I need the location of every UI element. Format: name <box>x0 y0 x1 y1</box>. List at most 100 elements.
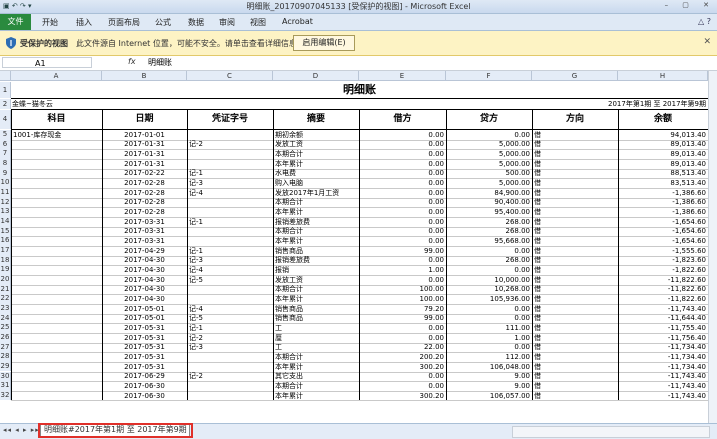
row-header[interactable]: 1 <box>0 82 11 98</box>
row-header[interactable]: 4 <box>0 110 11 129</box>
cell-voucher <box>189 227 271 235</box>
row-header[interactable]: 27 <box>0 342 11 353</box>
row-header[interactable]: 23 <box>0 303 11 314</box>
cell-balance: -11,755.40 <box>667 323 706 332</box>
cell-subject <box>13 276 100 284</box>
row-header[interactable]: 10 <box>0 178 11 188</box>
cell-voucher <box>189 363 271 371</box>
cell-balance: -11,644.40 <box>667 314 706 323</box>
row-header[interactable]: 24 <box>0 313 11 324</box>
cell-date: 2017-06-30 <box>124 391 165 400</box>
column-header-f[interactable]: F <box>446 71 532 81</box>
tab-view[interactable]: 视图 <box>250 17 266 28</box>
row-header[interactable]: 31 <box>0 381 11 391</box>
cell-debit: 1.00 <box>428 265 444 274</box>
column-header-h[interactable]: H <box>618 71 708 81</box>
cell-voucher <box>189 150 271 158</box>
row-header[interactable]: 7 <box>0 149 11 159</box>
row-header[interactable]: 17 <box>0 245 11 256</box>
cell-direction: 借 <box>534 159 541 168</box>
cell-subject <box>13 140 100 148</box>
cell-summary: 购入电脑 <box>275 179 303 187</box>
window-title: 明细账_20170907045133 [受保护的视图] - Microsoft … <box>246 2 471 11</box>
cell-credit: 112.00 <box>505 352 531 361</box>
row-header[interactable]: 2 <box>0 99 11 109</box>
row-header[interactable]: 20 <box>0 274 11 285</box>
tab-data[interactable]: 数据 <box>188 17 204 28</box>
help-icon[interactable]: △ ? <box>698 17 711 26</box>
row-header[interactable]: 32 <box>0 390 11 401</box>
cell-date: 2017-01-31 <box>124 159 165 168</box>
row-header[interactable]: 12 <box>0 197 11 208</box>
row-header[interactable]: 25 <box>0 323 11 333</box>
column-border <box>187 109 188 401</box>
column-header-e[interactable]: E <box>359 71 446 81</box>
row-header[interactable]: 30 <box>0 371 11 382</box>
cell-credit: 5,000.00 <box>498 150 530 159</box>
column-border <box>532 109 533 401</box>
row-header[interactable]: 8 <box>0 158 11 169</box>
sheet-title: 明细账 <box>343 83 376 96</box>
row-header[interactable]: 28 <box>0 352 11 362</box>
row-header[interactable]: 9 <box>0 168 11 179</box>
tab-home[interactable]: 开始 <box>42 17 58 28</box>
cell-direction: 借 <box>534 333 541 342</box>
enable-editing-button[interactable]: 启用编辑(E) <box>293 35 355 51</box>
cell-subject <box>13 266 100 274</box>
cell-summary: 水电费 <box>275 169 296 178</box>
cell-summary: 工 <box>275 343 282 352</box>
row-header[interactable]: 19 <box>0 265 11 275</box>
cell-voucher: 记-1 <box>189 323 203 332</box>
cell-summary: 销售商品 <box>275 304 303 313</box>
cell-voucher <box>189 353 271 361</box>
tab-review[interactable]: 审阅 <box>219 17 235 28</box>
cell-balance: -11,734.40 <box>667 362 706 371</box>
cell-debit: 0.00 <box>428 256 444 265</box>
cell-date: 2017-02-28 <box>124 179 165 187</box>
column-header-a[interactable]: A <box>11 71 102 81</box>
row-header[interactable]: 15 <box>0 226 11 237</box>
header-direction: 方向 <box>565 114 584 124</box>
cell-date: 2017-02-28 <box>124 207 165 216</box>
company-name: 金蝶~猫冬云 <box>12 100 53 108</box>
vertical-scrollbar[interactable] <box>708 71 717 423</box>
cell-direction: 借 <box>534 227 541 236</box>
select-all-corner[interactable] <box>0 71 11 81</box>
tab-page-layout[interactable]: 页面布局 <box>108 17 140 28</box>
row-header[interactable]: 6 <box>0 139 11 150</box>
tab-insert[interactable]: 插入 <box>76 17 92 28</box>
cell-credit: 268.00 <box>505 227 531 236</box>
row-header[interactable]: 21 <box>0 284 11 295</box>
formula-input[interactable]: 明细账 <box>148 57 172 68</box>
cell-subject <box>13 343 100 351</box>
cell-direction: 借 <box>534 265 541 274</box>
cell-subject <box>13 169 100 177</box>
fx-icon[interactable]: fx <box>128 57 136 66</box>
row-header[interactable]: 22 <box>0 294 11 304</box>
cell-subject <box>13 353 100 361</box>
row-header[interactable]: 29 <box>0 361 11 372</box>
cell-credit: 95,400.00 <box>494 207 530 216</box>
row-header[interactable]: 26 <box>0 332 11 343</box>
cell-date: 2017-06-29 <box>124 372 165 381</box>
name-box[interactable]: A1 <box>2 57 92 68</box>
tab-formulas[interactable]: 公式 <box>155 17 171 28</box>
tab-acrobat[interactable]: Acrobat <box>282 17 313 26</box>
row-header[interactable]: 14 <box>0 216 11 227</box>
row-header[interactable]: 5 <box>0 130 11 140</box>
row-header[interactable]: 11 <box>0 187 11 198</box>
column-header-c[interactable]: C <box>187 71 273 81</box>
protected-view-message: 此文件源自 Internet 位置，可能不安全。请单击查看详细信息。 <box>76 39 305 48</box>
cell-direction: 借 <box>534 188 541 197</box>
row-header[interactable]: 16 <box>0 236 11 246</box>
horizontal-scrollbar[interactable] <box>512 426 710 438</box>
tab-file[interactable]: 文件 <box>0 14 31 30</box>
close-icon[interactable]: ✕ <box>703 37 711 47</box>
sheet-nav-arrows[interactable]: ◂◂ ◂ ▸ ▸▸ <box>3 426 40 434</box>
row-header[interactable]: 18 <box>0 255 11 266</box>
window-controls[interactable]: – ▢ ✕ <box>665 1 715 9</box>
column-header-d[interactable]: D <box>273 71 359 81</box>
column-header-b[interactable]: B <box>102 71 187 81</box>
row-header[interactable]: 13 <box>0 207 11 217</box>
column-header-g[interactable]: G <box>532 71 618 81</box>
